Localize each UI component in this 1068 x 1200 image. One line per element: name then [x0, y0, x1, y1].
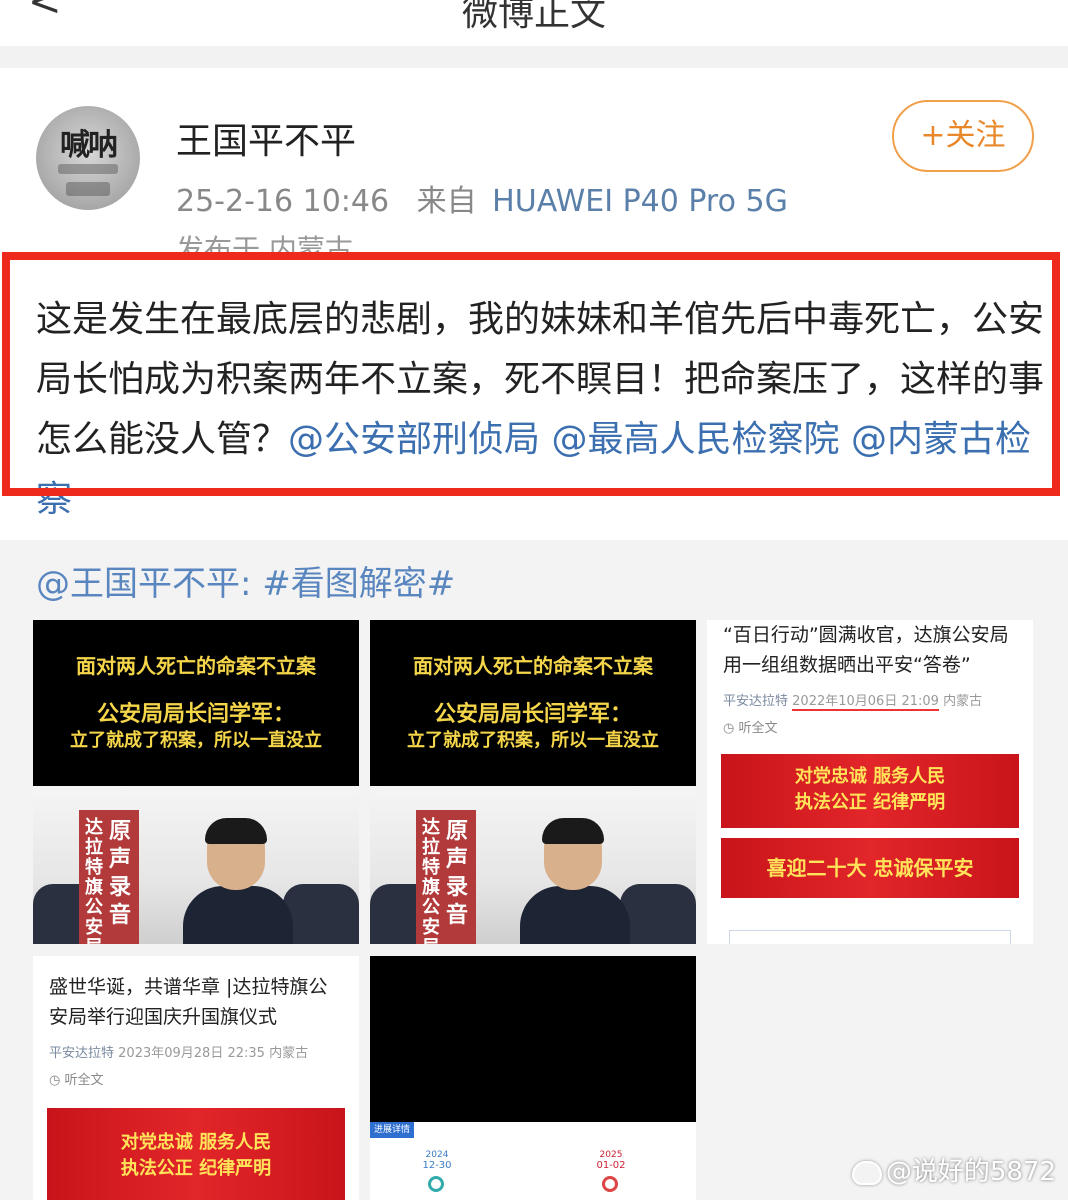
progress-strip: 进展详情 — [370, 1122, 414, 1138]
weibo-watermark: @说好的5872 — [851, 1151, 1056, 1188]
card-frame — [729, 930, 1011, 944]
banner-text: 原声录音 — [446, 819, 469, 928]
post-image-news-screenshot[interactable]: 盛世华诞，共谱华章 |达拉特旗公安局举行迎国庆升国旗仪式 平安达拉特 2023年… — [33, 956, 359, 1200]
video-caption: 立了就成了积案，所以一直没立 — [70, 730, 322, 751]
timeline-dot — [602, 1176, 618, 1192]
post-image-video-still[interactable]: 面对两人死亡的命案不立案 公安局局长闫学军： 立了就成了积案，所以一直没立 达拉… — [33, 620, 359, 944]
banner-text: 达拉特旗公安局局 — [85, 817, 103, 945]
timeline-date: 01-02 — [596, 1160, 626, 1171]
page-title: 微博正文 — [461, 0, 606, 34]
video-caption: 立了就成了积案，所以一直没立 — [407, 730, 659, 751]
top-navigation-bar: < 微博正文 — [0, 0, 1068, 46]
post-time: 25-2-16 10:46 — [176, 184, 390, 219]
avatar-decoration — [66, 182, 110, 196]
news-meta: 平安达拉特 2022年10月06日 21:09 内蒙古 — [723, 690, 1017, 711]
news-card: 盛世华诞，共谱华章 |达拉特旗公安局举行迎国庆升国旗仪式 平安达拉特 2023年… — [49, 972, 343, 1088]
timeline-year: 2024 — [425, 1150, 449, 1160]
vertical-banner: 达拉特旗公安局局 原声录音 — [416, 810, 476, 944]
news-location: 内蒙古 — [269, 1046, 309, 1061]
news-title: 盛世华诞，共谱华章 |达拉特旗公安局举行迎国庆升国旗仪式 — [49, 976, 328, 1028]
section-divider — [0, 46, 1068, 68]
news-card: “百日行动”圆满收官，达旗公安局用一组组数据晒出平安“答卷” 平安达拉特 202… — [723, 620, 1017, 736]
news-date: 2023年09月28日 22:35 — [118, 1046, 265, 1061]
avatar-decoration — [58, 164, 118, 174]
red-slogan-banner: 喜迎二十大 忠诚保平安 — [721, 838, 1019, 898]
highlight-box — [2, 252, 1060, 496]
watermark-text: @说好的5872 — [885, 1157, 1056, 1187]
news-title: “百日行动”圆满收官，达旗公安局用一组组数据晒出平安“答卷” — [723, 624, 1009, 676]
news-meta: 平安达拉特 2023年09月28日 22:35 内蒙古 — [49, 1042, 343, 1061]
red-slogan-banner: 对党忠诚 服务人民 执法公正 纪律严明 — [47, 1108, 345, 1200]
video-caption: 公安局局长闫学军： — [433, 702, 632, 727]
author-name[interactable]: 王国平不平 — [176, 112, 356, 164]
red-slogan-banner: 对党忠诚 服务人民 执法公正 纪律严明 — [721, 754, 1019, 828]
post-image-dark-screenshot[interactable]: 进展详情 2024 12-30 2025 01-02 — [370, 956, 696, 1200]
timeline-dot — [428, 1176, 444, 1192]
post-image-news-screenshot[interactable]: “百日行动”圆满收官，达旗公安局用一组组数据晒出平安“答卷” 平安达拉特 202… — [707, 620, 1033, 944]
post-image-video-still[interactable]: 面对两人死亡的命案不立案 公安局局长闫学军： 立了就成了积案，所以一直没立 达拉… — [370, 620, 696, 944]
news-date: 2022年10月06日 21:09 — [792, 694, 939, 711]
news-location: 内蒙古 — [943, 694, 983, 709]
video-caption: 面对两人死亡的命案不立案 — [413, 654, 653, 678]
video-caption: 公安局局长闫学军： — [96, 702, 295, 727]
news-source: 平安达拉特 — [723, 694, 789, 709]
listen-label: ◷ 听全文 — [49, 1073, 104, 1088]
avatar-logo-text: 喊呐 — [60, 128, 118, 163]
timeline-year: 2025 — [599, 1150, 623, 1160]
video-caption: 面对两人死亡的命案不立案 — [76, 654, 316, 678]
device-name[interactable]: HUAWEI P40 Pro 5G — [492, 184, 788, 219]
post-body: 这是发生在最底层的悲剧，我的妹妹和羊倌先后中毒死亡，公安局长怕成为积案两年不立案… — [0, 252, 1068, 542]
vertical-banner: 达拉特旗公安局局 原声录音 — [79, 810, 139, 944]
repost-attribution[interactable]: @王国平不平: #看图解密# — [36, 556, 455, 605]
banner-text: 原声录音 — [109, 819, 132, 928]
banner-text: 达拉特旗公安局局 — [422, 817, 440, 945]
officer-figure — [183, 818, 293, 944]
follow-button[interactable]: +关注 — [892, 100, 1034, 172]
post-meta: 25-2-16 10:46 来自 HUAWEI P40 Pro 5G — [176, 176, 788, 220]
listen-label: ◷ 听全文 — [723, 721, 778, 736]
news-source: 平安达拉特 — [49, 1046, 115, 1061]
timeline-screenshot: 进展详情 2024 12-30 2025 01-02 — [370, 1122, 696, 1200]
from-label: 来自 — [416, 184, 477, 219]
crowd-figure — [620, 884, 696, 944]
post-author-header: 喊呐 王国平不平 25-2-16 10:46 来自 HUAWEI P40 Pro… — [0, 68, 1068, 268]
weibo-logo-icon — [851, 1160, 882, 1185]
officer-figure — [520, 818, 630, 944]
timeline-date: 12-30 — [422, 1160, 452, 1171]
avatar[interactable]: 喊呐 — [36, 106, 140, 210]
crowd-figure — [283, 884, 359, 944]
